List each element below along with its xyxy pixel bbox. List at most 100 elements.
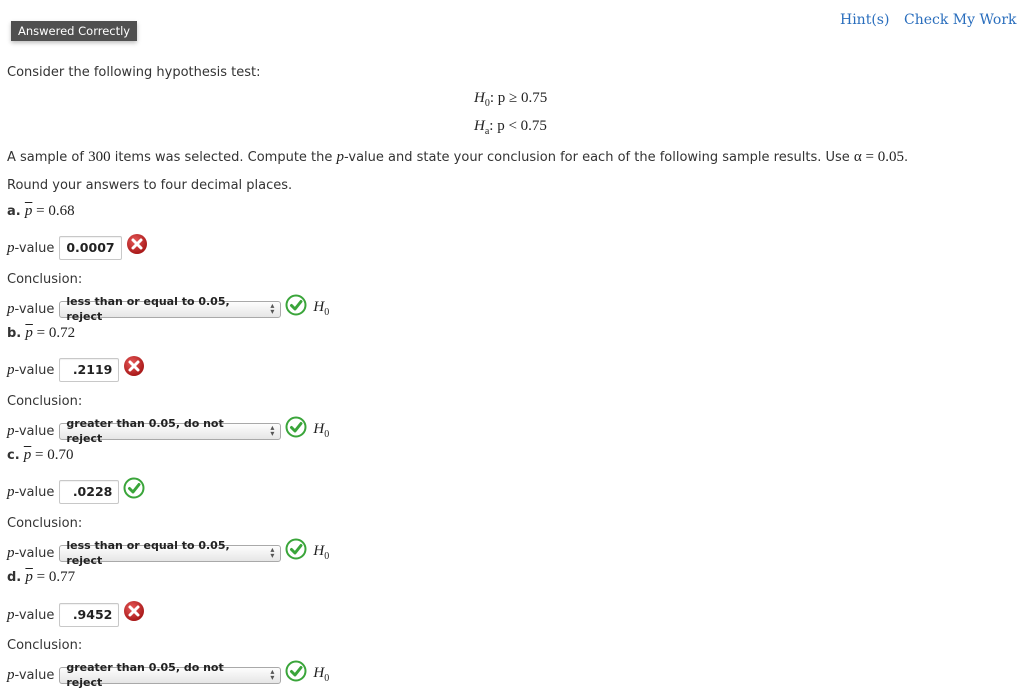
status-badge: Answered Correctly [11,21,138,41]
x-circle-icon [123,355,145,377]
h0-symbol: H [474,90,485,106]
select-arrows-icon: ▴ ▾ [270,423,275,438]
ha-relation: : p < 0.75 [489,118,547,134]
select-arrows-icon: ▴ ▾ [270,667,275,682]
check-circle-icon [285,294,307,316]
check-my-work-link[interactable]: Check My Work [904,12,1017,28]
conclusion-label: Conclusion: [7,516,83,531]
h-subscript: 0 [324,428,330,440]
pbar-symbol: p [25,569,33,585]
conclusion-select[interactable]: less than or equal to 0.05, reject ▴ ▾ [59,295,282,323]
hints-link[interactable]: Hint(s) [840,12,889,28]
h-subscript: 0 [324,550,330,562]
value-text: -value [14,484,55,500]
rounding-instruction: Round your answers to four decimal place… [7,178,293,193]
h-subscript: 0 [324,306,330,318]
part-title: a. p = 0.68 [7,203,75,220]
conclusion-label: Conclusion: [7,272,83,287]
pvalue-label: p-value [7,545,54,562]
pbar-value: 0.72 [48,325,76,341]
pvalue-label: p-value [7,362,54,379]
h0-label: H0 [313,421,329,440]
pvalue-input[interactable]: .2119 [59,358,120,382]
conclusion-label: Conclusion: [7,638,83,653]
value-text: -value [14,301,55,317]
conclusion-select[interactable]: less than or equal to 0.05, reject ▴ ▾ [59,539,282,567]
instructions-text: A sample of 300 items was selected. Comp… [7,149,908,166]
null-hypothesis: H0: p ≥ 0.75 [474,90,547,109]
instr-mid: items was selected. Compute the [110,150,337,165]
select-value: less than or equal to 0.05, reject [66,295,230,323]
select-value: less than or equal to 0.05, reject [66,539,230,567]
h-symbol: H [313,542,325,559]
pvalue-row: p-value .0228 [7,477,145,504]
h0-label: H0 [313,665,329,684]
equals-sign: = [32,569,49,585]
check-circle-icon [285,538,307,560]
conclusion-select[interactable]: greater than 0.05, do not reject ▴ ▾ [59,417,282,445]
pbar-symbol: p [25,325,33,341]
pvalue-label: p-value [7,667,54,684]
x-circle-icon [123,600,145,622]
p-symbol: p [7,239,15,256]
pvalue-label: p-value [7,484,54,501]
equals-sign: = [32,203,49,219]
part-letter: c. [7,448,20,463]
part-letter: a. [7,204,21,219]
instr-post: -value and state your conclusion for eac… [344,150,854,165]
pvalue-input[interactable]: 0.0007 [59,236,122,260]
part-letter: b. [7,326,22,341]
instr-p: p [336,149,345,165]
h0-relation: : p ≥ 0.75 [489,90,548,106]
conclusion-row: p-value less than or equal to 0.05, reje… [7,538,329,567]
select-arrows-icon: ▴ ▾ [270,301,275,316]
pvalue-label: p-value [7,607,54,624]
h-subscript: 0 [324,672,330,684]
check-circle-icon [123,477,145,499]
p-symbol: p [7,606,15,623]
conclusion-row: p-value greater than 0.05, do not reject… [7,416,329,445]
equals-sign: = [32,325,49,341]
conclusion-select[interactable]: greater than 0.05, do not reject ▴ ▾ [59,661,282,689]
part-title: d. p = 0.77 [7,569,75,586]
conclusion-row: p-value greater than 0.05, do not reject… [7,660,329,689]
select-value: greater than 0.05, do not reject [66,417,224,445]
h0-label: H0 [313,543,329,562]
conclusion-label: Conclusion: [7,394,83,409]
pvalue-row: p-value .2119 [7,355,145,382]
x-circle-icon [126,233,148,255]
pvalue-label: p-value [7,240,54,257]
pvalue-label: p-value [7,301,54,318]
value-text: -value [14,545,55,561]
pbar-value: 0.77 [48,569,76,585]
pvalue-input[interactable]: .9452 [59,603,120,627]
value-text: -value [14,667,55,683]
part-letter: d. [7,570,22,585]
ha-symbol: H [474,118,485,134]
h-symbol: H [313,420,325,437]
h-symbol: H [313,298,325,315]
pvalue-row: p-value .9452 [7,600,145,627]
check-circle-icon [285,416,307,438]
part-title: b. p = 0.72 [7,325,75,342]
p-symbol: p [7,300,15,317]
value-text: -value [14,423,55,439]
alternative-hypothesis: Ha: p < 0.75 [474,118,547,137]
instr-pre: A sample of [7,150,89,165]
alpha-value: α = 0.05 [853,149,904,165]
pvalue-row: p-value 0.0007 [7,233,148,260]
h-symbol: H [313,664,325,681]
p-symbol: p [7,483,15,500]
select-arrows-icon: ▴ ▾ [270,545,275,560]
select-value: greater than 0.05, do not reject [66,661,224,689]
p-symbol: p [7,544,15,561]
value-text: -value [14,607,55,623]
h0-label: H0 [313,299,329,318]
pvalue-input[interactable]: .0228 [59,480,120,504]
pbar-value: 0.70 [47,447,74,463]
pvalue-label: p-value [7,423,54,440]
p-symbol: p [7,422,15,439]
p-symbol: p [7,666,15,683]
conclusion-row: p-value less than or equal to 0.05, reje… [7,294,329,323]
part-title: c. p = 0.70 [7,447,74,464]
